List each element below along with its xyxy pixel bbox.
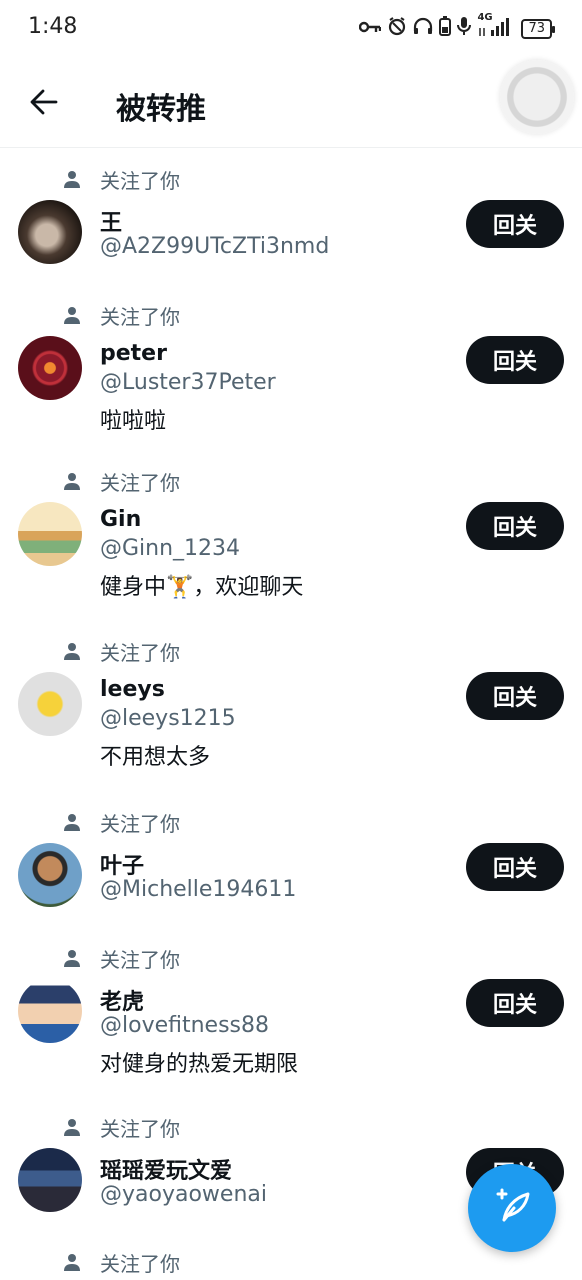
arrow-left-icon [30,89,58,119]
user-name[interactable]: 老虎 [100,984,144,1016]
back-button[interactable] [22,82,66,126]
follow-back-button[interactable]: 回关 [466,502,564,550]
user-handle: @yaoyaowenai [100,1182,267,1207]
person-icon [62,305,82,325]
user-bio: 啦啦啦 [100,409,167,434]
list-item[interactable]: 关注了你 叶子 @Michelle194611 回关 [0,810,582,920]
user-name[interactable]: 叶子 [100,848,144,880]
person-icon [62,1252,82,1272]
follow-note-text: 关注了你 [100,168,180,193]
status-icons: 4G 73 [359,12,555,41]
user-name[interactable]: 瑶瑶爱玩文爱 [100,1153,232,1185]
follow-note: 关注了你 [62,167,180,193]
list-item[interactable]: 关注了你 [0,1250,582,1280]
key-icon [359,19,382,39]
follow-note: 关注了你 [62,639,180,665]
network-type: 4G [477,12,493,23]
follow-note-text: 关注了你 [100,470,180,495]
user-handle: @lovefitness88 [100,1013,270,1038]
follow-note-text: 关注了你 [100,640,180,665]
user-handle: @leeys1215 [100,706,236,731]
person-icon [62,169,82,189]
follow-back-button[interactable]: 回关 [466,843,564,891]
avatar[interactable] [18,672,82,736]
user-bio: 健身中🏋，欢迎聊天 [100,575,304,600]
user-handle: @Ginn_1234 [100,536,241,561]
list-item[interactable]: 关注了你 老虎 @lovefitness88 对健身的热爱无期限 回关 [0,946,582,1086]
follow-back-button[interactable]: 回关 [466,672,564,720]
follow-back-button[interactable]: 回关 [466,200,564,248]
status-bar: 1:48 4G 73 [0,0,582,58]
list-item[interactable]: 关注了你 leeys @leeys1215 不用想太多 回关 [0,639,582,779]
follow-note-text: 关注了你 [100,1116,180,1141]
follow-note: 关注了你 [62,946,180,972]
follow-note: 关注了你 [62,303,180,329]
user-name[interactable]: Gin [100,507,141,532]
follow-note: 关注了你 [62,1115,180,1141]
page-title: 被转推 [116,92,206,127]
avatar[interactable] [18,336,82,400]
person-icon [62,471,82,491]
signal-icon: 4G [477,12,511,41]
user-name[interactable]: 王 [100,205,122,237]
follow-note-text: 关注了你 [100,304,180,329]
user-handle: @A2Z99UTcZTi3nmd [100,234,330,259]
follow-back-button[interactable]: 回关 [466,979,564,1027]
compose-button[interactable] [468,1164,556,1252]
list-item[interactable]: 关注了你 王 @A2Z99UTcZTi3nmd 回关 [0,167,582,277]
user-bio: 不用想太多 [100,745,211,770]
status-time: 1:48 [28,14,78,39]
follow-note: 关注了你 [62,1250,180,1276]
follow-note-text: 关注了你 [100,811,180,836]
follow-back-button[interactable]: 回关 [466,336,564,384]
loading-spinner [500,60,574,134]
person-icon [62,641,82,661]
avatar[interactable] [18,843,82,907]
person-icon [62,812,82,832]
avatar[interactable] [18,1148,82,1212]
compose-feather-plus-icon [490,1184,534,1232]
top-bar: 被转推 [0,58,582,148]
user-name[interactable]: leeys [100,677,165,702]
person-icon [62,948,82,968]
follow-note: 关注了你 [62,469,180,495]
user-handle: @Michelle194611 [100,877,297,902]
avatar[interactable] [18,979,82,1043]
mic-icon [457,16,472,41]
battery-icon: 73 [521,18,555,39]
person-icon [62,1117,82,1137]
alarm-icon [387,16,407,41]
user-bio: 对健身的热爱无期限 [100,1052,299,1077]
follow-note-text: 关注了你 [100,947,180,972]
follow-note: 关注了你 [62,810,180,836]
list-item[interactable]: 关注了你 peter @Luster37Peter 啦啦啦 回关 [0,303,582,443]
headphones-icon [413,17,433,40]
avatar[interactable] [18,200,82,264]
list-item[interactable]: 关注了你 Gin @Ginn_1234 健身中🏋，欢迎聊天 回关 [0,469,582,609]
battery-saver-icon [439,16,452,41]
user-name[interactable]: peter [100,341,167,366]
avatar[interactable] [18,502,82,566]
follow-note-text: 关注了你 [100,1251,180,1276]
user-handle: @Luster37Peter [100,370,276,395]
